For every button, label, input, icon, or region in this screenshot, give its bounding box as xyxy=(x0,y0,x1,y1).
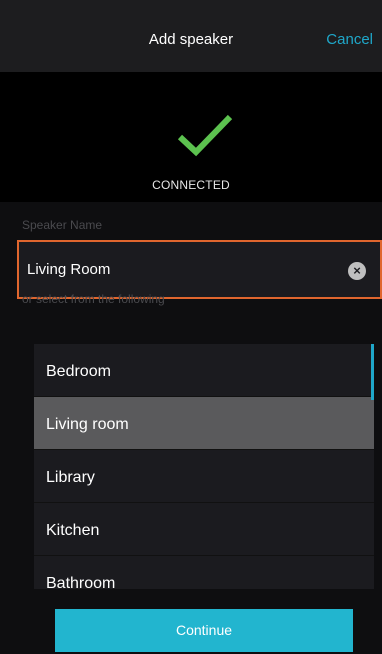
room-option[interactable]: Bedroom xyxy=(34,344,374,397)
speaker-name-input[interactable] xyxy=(27,242,327,297)
room-option[interactable]: Kitchen xyxy=(34,503,374,556)
list-scrollbar[interactable] xyxy=(371,344,374,400)
top-bar: Add speaker Cancel xyxy=(0,0,382,72)
page-title: Add speaker xyxy=(148,31,234,48)
room-option[interactable]: Bathroom xyxy=(34,556,374,589)
room-option-selected[interactable]: Living room xyxy=(34,397,374,450)
speaker-name-field[interactable]: × xyxy=(17,240,382,299)
room-options-list[interactable]: Bedroom Living room Library Kitchen Bath… xyxy=(34,344,374,589)
continue-button[interactable]: Continue xyxy=(55,609,353,652)
check-icon xyxy=(177,114,233,157)
add-speaker-screen: Add speaker Cancel CONNECTED Speaker Nam… xyxy=(0,0,382,654)
clear-icon[interactable]: × xyxy=(348,262,366,280)
speaker-name-label: Speaker Name xyxy=(22,218,103,232)
select-hint-label: or select from the following xyxy=(22,292,165,306)
cancel-button[interactable]: Cancel xyxy=(326,31,373,48)
room-option[interactable]: Library xyxy=(34,450,374,503)
connection-status: CONNECTED xyxy=(152,178,230,192)
